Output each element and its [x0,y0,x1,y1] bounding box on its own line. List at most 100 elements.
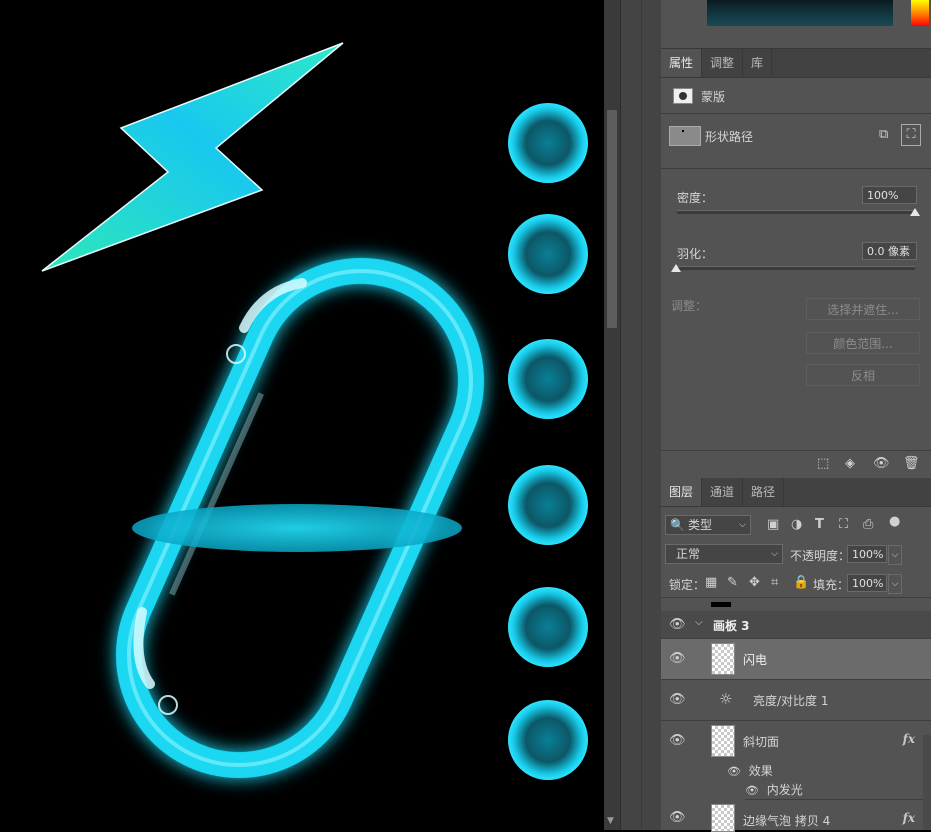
color-field[interactable] [707,0,893,26]
tab-properties[interactable]: 属性 [661,49,703,77]
select-and-mask-button[interactable]: 选择并遮住... [806,298,920,320]
tab-libraries[interactable]: 库 [743,49,773,77]
canvas-scrollbar[interactable]: ▼ [604,0,620,830]
layers-tabs: 图层 通道 路径 [661,478,931,507]
fill-chevron-icon[interactable]: ⌵ [888,574,902,594]
opacity-label: 不透明度： [790,549,851,563]
tab-adjustments[interactable]: 调整 [702,49,744,77]
chevron-down-icon[interactable]: ⌵ [695,617,703,628]
orb-1 [508,103,588,183]
orb-3 [508,339,588,419]
add-mask-icon[interactable]: ⧉ [879,127,888,142]
blend-mode-select[interactable]: 正常 ⌵ [665,544,783,564]
layer-row-bevel[interactable]: 👁 斜切面 fx [661,721,931,762]
load-selection-icon[interactable]: ⬚ [817,456,829,471]
tab-paths[interactable]: 路径 [743,478,785,506]
density-field[interactable]: 100% [862,186,917,204]
fx-icon[interactable]: fx [903,732,915,746]
layer-name: 亮度/对比度 1 [753,694,829,708]
layer-name: 闪电 [743,653,768,667]
artboard-group-row[interactable]: 👁 ⌵ 画板 3 [661,611,931,639]
mask-icon [673,88,693,104]
scroll-down-icon[interactable]: ▼ [607,816,614,826]
lock-position-icon[interactable]: ✥ [749,575,760,590]
shape-path-label: 形状路径 [705,130,754,144]
layer-row-edge-bubble[interactable]: 👁 边缘气泡 拷贝 4 fx [661,800,931,832]
shape-path-thumbnail[interactable] [669,126,701,146]
properties-tabs: 属性 调整 库 [661,49,931,78]
lock-artboard-icon[interactable]: ⌗ [771,575,778,590]
layer-name: 边缘气泡 拷贝 4 [743,814,831,828]
filter-toggle-icon[interactable]: ● [889,514,900,529]
scrollbar-thumb[interactable] [607,110,617,328]
lock-paint-icon[interactable]: ✎ [727,575,738,590]
apply-mask-icon[interactable]: ◈ [845,456,855,471]
chevron-down-icon: ⌵ [739,520,746,530]
visibility-eye-icon[interactable]: 👁 [669,617,686,632]
inner-glow-row[interactable]: 👁 内发光 [745,781,931,800]
layer-thumbnail [711,804,735,832]
opacity-field[interactable]: 100% [847,545,887,563]
layer-thumbnail [711,643,735,675]
image-filter-icon[interactable]: ▣ [767,517,779,532]
feather-field[interactable]: 0.0 像素 [862,242,917,260]
invert-button[interactable]: 反相 [806,364,920,386]
document-canvas[interactable] [0,0,604,830]
fill-field[interactable]: 100% [847,574,887,592]
shape-path-row: 形状路径 ⧉ ⛶ [661,124,931,150]
visibility-eye-icon[interactable]: 👁 [727,765,741,778]
orb-6 [508,700,588,780]
adjust-label: 调整： [671,299,708,313]
vector-mask-icon[interactable]: ⛶ [901,124,921,146]
divider [661,168,931,169]
density-slider[interactable] [677,210,915,214]
visibility-eye-icon[interactable]: 👁 [669,733,686,748]
partial-layer-row[interactable] [661,597,931,612]
inner-glow-label: 内发光 [766,783,803,797]
hue-slider[interactable] [911,0,929,26]
visibility-eye-icon[interactable]: 👁 [669,810,686,825]
opacity-chevron-icon[interactable]: ⌵ [888,545,902,565]
layers-scrollbar[interactable] [923,735,931,830]
shape-filter-icon[interactable]: ⛶ [839,517,848,532]
mask-label: 蒙版 [701,90,726,104]
trash-icon[interactable]: 🗑 [903,456,920,471]
visibility-eye-icon[interactable]: 👁 [669,692,686,707]
lock-label: 锁定： [669,578,706,592]
group-name: 画板 3 [713,619,750,633]
visibility-eye-icon[interactable]: 👁 [745,784,759,797]
orb-2 [508,214,588,294]
fx-icon[interactable]: fx [903,811,915,825]
lock-transparent-icon[interactable]: ▦ [705,575,717,590]
smart-object-filter-icon[interactable]: ⎙ [863,517,873,532]
effects-row[interactable]: 👁 效果 [727,762,773,780]
layer-filter-select[interactable]: 🔍 类型 ⌵ [665,515,751,535]
lightning-bolt [41,42,344,272]
orb-4 [508,465,588,545]
tab-channels[interactable]: 通道 [702,478,744,506]
color-range-button[interactable]: 颜色范围... [806,332,920,354]
feather-slider-handle[interactable] [671,264,681,272]
adjustment-filter-icon[interactable]: ◑ [791,517,802,532]
density-slider-handle[interactable] [910,208,920,216]
capsule-divider [132,504,462,552]
type-filter-icon[interactable]: T [815,517,824,532]
artwork [41,42,588,780]
right-panels: 属性 调整 库 蒙版 形状路径 ⧉ ⛶ 密度： 100% 羽化： 0.0 像素 … [661,0,931,832]
tab-layers[interactable]: 图层 [661,478,703,506]
layer-row-lightning[interactable]: 👁 闪电 [661,639,931,680]
feather-label: 羽化： [677,247,714,261]
effects-label: 效果 [748,764,773,778]
layer-row-brightness[interactable]: 👁 ☼ 亮度/对比度 1 [661,680,931,721]
orb-5 [508,587,588,667]
capsule-bubble-bottom [158,695,178,715]
visibility-icon[interactable]: 👁 [873,456,890,471]
fill-label: 填充： [813,578,850,592]
lock-all-icon[interactable]: 🔒 [793,575,809,590]
filter-type-value: 类型 [688,518,713,532]
search-icon: 🔍 [670,518,685,532]
feather-slider[interactable] [677,266,915,270]
gutter-divider [641,0,642,830]
color-panel [661,0,931,49]
visibility-eye-icon[interactable]: 👁 [669,651,686,666]
